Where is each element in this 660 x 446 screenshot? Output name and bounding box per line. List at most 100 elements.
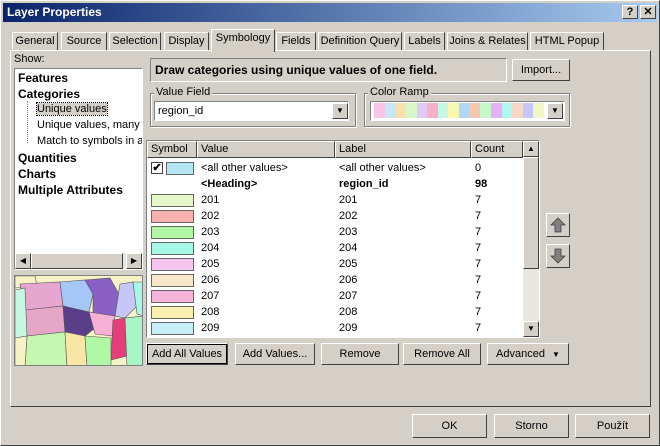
grid-body: ✔ <all other values> <all other values> 0 <H… xyxy=(147,160,523,337)
symbol-swatch[interactable] xyxy=(151,226,194,239)
symbol-swatch[interactable] xyxy=(151,242,194,255)
scroll-down-icon[interactable]: ▼ xyxy=(523,321,539,337)
table-row[interactable]: 202 202 7 xyxy=(147,208,522,224)
move-up-button[interactable] xyxy=(546,213,570,237)
table-row[interactable]: 207 207 7 xyxy=(147,288,522,304)
help-button[interactable]: ? xyxy=(622,5,638,19)
symbol-swatch[interactable] xyxy=(151,258,194,271)
table-row[interactable]: <Heading> region_id 98 xyxy=(147,176,522,192)
scroll-left-icon[interactable]: ◀ xyxy=(15,253,31,269)
table-row[interactable]: 209 209 7 xyxy=(147,320,522,336)
tab-display[interactable]: Display xyxy=(164,32,209,51)
tab-selection[interactable]: Selection xyxy=(109,32,161,51)
table-row[interactable]: 208 208 7 xyxy=(147,304,522,320)
scroll-right-icon[interactable]: ▶ xyxy=(126,253,142,269)
tree-multiple-attributes[interactable]: Multiple Attributes xyxy=(18,183,123,197)
cell-label: 205 xyxy=(339,258,358,270)
color-ramp-stripe xyxy=(512,103,524,118)
tree-unique-values[interactable]: Unique values xyxy=(36,102,108,116)
description-text: Draw categories using unique values of o… xyxy=(150,58,507,82)
values-grid[interactable]: Symbol Value Label Count ✔ <all other val… xyxy=(146,140,540,338)
tab-source[interactable]: Source xyxy=(61,32,107,51)
symbol-swatch[interactable] xyxy=(166,162,194,175)
cell-label: 204 xyxy=(339,242,358,254)
scroll-up-icon[interactable]: ▲ xyxy=(523,141,539,157)
color-ramp-select[interactable]: ▼ xyxy=(370,101,565,121)
grid-vscroll-thumb[interactable] xyxy=(523,157,539,269)
tab-joins-relates[interactable]: Joins & Relates xyxy=(447,32,528,51)
value-field-select[interactable]: region_id ▼ xyxy=(154,101,349,121)
apply-button[interactable]: Použít xyxy=(575,414,650,438)
color-ramp-stripe xyxy=(416,103,428,118)
checkbox-icon[interactable]: ✔ xyxy=(151,162,163,174)
layer-properties-window: Layer Properties ? ✕ General Source Sele… xyxy=(0,0,660,446)
grid-vscrollbar[interactable]: ▲ ▼ xyxy=(523,141,539,337)
symbol-swatch[interactable] xyxy=(151,210,194,223)
table-row[interactable]: 201 201 7 xyxy=(147,192,522,208)
color-ramp-stripe xyxy=(533,103,545,118)
cell-label: 208 xyxy=(339,306,358,318)
tree-categories[interactable]: Categories xyxy=(18,87,80,101)
tree-unique-values-many[interactable]: Unique values, many f xyxy=(37,119,142,131)
chevron-down-icon[interactable]: ▼ xyxy=(547,103,563,119)
cell-label: 201 xyxy=(339,194,358,206)
color-ramp-stripe xyxy=(522,103,534,118)
col-header-count[interactable]: Count xyxy=(471,141,523,158)
tree-hscrollbar[interactable]: ◀ ▶ xyxy=(15,253,142,269)
table-row[interactable]: 203 203 7 xyxy=(147,224,522,240)
cell-count: 7 xyxy=(475,306,482,318)
table-row[interactable]: 204 204 7 xyxy=(147,240,522,256)
color-ramp-stripe xyxy=(490,103,502,118)
tree-match-to-symbols[interactable]: Match to symbols in a xyxy=(37,135,142,147)
symbol-swatch[interactable] xyxy=(151,274,194,287)
cell-value: <all other values> xyxy=(201,162,288,174)
tab-label: Symbology xyxy=(215,32,271,44)
close-button[interactable]: ✕ xyxy=(640,5,656,19)
show-tree[interactable]: Features Categories Unique values Unique… xyxy=(14,68,143,270)
remove-all-button[interactable]: Remove All xyxy=(403,343,481,365)
col-header-symbol[interactable]: Symbol xyxy=(147,141,197,158)
tab-definition-query[interactable]: Definition Query xyxy=(318,32,402,51)
button-label: OK xyxy=(441,420,458,432)
add-all-values-button[interactable]: Add All Values xyxy=(146,343,228,365)
chevron-down-icon[interactable]: ▼ xyxy=(332,103,348,119)
import-button[interactable]: Import... xyxy=(512,59,570,81)
cancel-button[interactable]: Storno xyxy=(494,414,569,438)
cell-count: 7 xyxy=(475,290,482,302)
tab-html-popup[interactable]: HTML Popup xyxy=(530,32,604,51)
symbol-swatch[interactable] xyxy=(151,322,194,335)
tree-charts[interactable]: Charts xyxy=(18,167,56,181)
advanced-button[interactable]: Advanced ▼ xyxy=(487,343,569,365)
tab-symbology[interactable]: Symbology xyxy=(211,29,275,52)
table-row[interactable]: 205 205 7 xyxy=(147,256,522,272)
tree-features[interactable]: Features xyxy=(18,71,68,85)
symbol-swatch[interactable] xyxy=(151,194,194,207)
cell-value: <Heading> xyxy=(201,178,258,190)
remove-button[interactable]: Remove xyxy=(321,343,399,365)
symbology-panel: Show: Features Categories Unique values … xyxy=(10,50,651,407)
cell-count: 7 xyxy=(475,258,482,270)
symbol-swatch[interactable] xyxy=(151,306,194,319)
tab-fields[interactable]: Fields xyxy=(276,32,316,51)
color-ramp-preview xyxy=(374,103,545,118)
arrow-down-icon xyxy=(550,248,566,264)
table-row[interactable]: 206 206 7 xyxy=(147,272,522,288)
col-header-value[interactable]: Value xyxy=(197,141,335,158)
add-values-button[interactable]: Add Values... xyxy=(235,343,315,365)
cell-count: 7 xyxy=(475,210,482,222)
cell-count: 98 xyxy=(475,178,488,190)
move-down-button[interactable] xyxy=(546,244,570,268)
tab-general[interactable]: General xyxy=(12,32,58,51)
color-ramp-stripe xyxy=(427,103,439,118)
tree-quantities[interactable]: Quantities xyxy=(18,151,77,165)
color-ramp-stripe xyxy=(448,103,460,118)
tree-hscroll-thumb[interactable] xyxy=(31,253,123,269)
col-header-label[interactable]: Label xyxy=(335,141,471,158)
cell-label: <all other values> xyxy=(339,162,426,174)
table-row[interactable]: ✔ <all other values> <all other values> 0 xyxy=(147,160,522,176)
title-bar[interactable]: Layer Properties ? ✕ xyxy=(3,3,657,22)
cell-label: 209 xyxy=(339,322,358,334)
tab-labels[interactable]: Labels xyxy=(404,32,445,51)
ok-button[interactable]: OK xyxy=(412,414,487,438)
symbol-swatch[interactable] xyxy=(151,290,194,303)
